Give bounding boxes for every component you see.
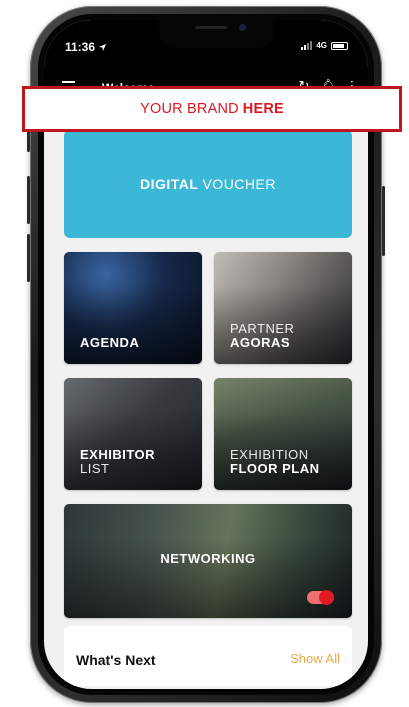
show-all-link[interactable]: Show All: [290, 651, 340, 666]
brand-banner-bold: HERE: [242, 101, 284, 117]
location-arrow-icon: [98, 43, 107, 51]
partner-agoras-label: PARTNER AGORAS: [230, 322, 294, 350]
agenda-label-bold: AGENDA: [80, 335, 140, 350]
exhibitor-list-tile[interactable]: EXHIBITOR LIST: [64, 378, 202, 490]
exhibitor-list-label-light: LIST: [80, 461, 110, 476]
agenda-label: AGENDA: [80, 336, 139, 350]
agenda-tile[interactable]: AGENDA: [64, 252, 202, 364]
status-indicators: 4G: [301, 41, 348, 50]
whats-next-card: What's Next Show All: [64, 626, 352, 686]
status-time: 11:36: [65, 40, 107, 54]
network-type: 4G: [316, 41, 327, 50]
networking-toggle[interactable]: [307, 590, 334, 605]
voucher-label-bold: DIGITAL: [140, 176, 199, 192]
status-bar: 11:36 4G: [44, 20, 368, 74]
voucher-label-light: VOUCHER: [202, 176, 276, 192]
exhibition-floor-plan-label-light: EXHIBITION: [230, 447, 309, 462]
digital-voucher-button[interactable]: DIGITAL VOUCHER: [64, 130, 352, 238]
exhibitor-list-label-bold: EXHIBITOR: [80, 447, 156, 462]
brand-banner-light: YOUR BRAND: [140, 101, 239, 117]
exhibition-floor-plan-label: EXHIBITION FLOOR PLAN: [230, 448, 320, 476]
brand-banner: YOUR BRAND HERE: [22, 86, 402, 132]
power-button: [382, 186, 385, 256]
partner-agoras-tile[interactable]: PARTNER AGORAS: [214, 252, 352, 364]
notch: [159, 20, 275, 48]
networking-tile[interactable]: NETWORKING: [64, 504, 352, 618]
clock-text: 11:36: [65, 40, 96, 54]
exhibition-floor-plan-label-bold: FLOOR PLAN: [230, 461, 320, 476]
volume-up-button: [27, 176, 30, 224]
networking-label: NETWORKING: [64, 552, 352, 566]
networking-label-bold: NETWORKING: [160, 551, 256, 566]
exhibition-floor-plan-tile[interactable]: EXHIBITION FLOOR PLAN: [214, 378, 352, 490]
exhibitor-list-label: EXHIBITOR LIST: [80, 448, 155, 476]
speaker-grille: [195, 26, 227, 29]
partner-agoras-label-light: PARTNER: [230, 321, 295, 336]
battery-icon: [331, 41, 348, 50]
signal-bars-icon: [301, 41, 313, 50]
front-camera: [239, 24, 246, 31]
volume-down-button: [27, 234, 30, 282]
partner-agoras-label-bold: AGORAS: [230, 335, 291, 350]
whats-next-title: What's Next: [76, 652, 156, 668]
